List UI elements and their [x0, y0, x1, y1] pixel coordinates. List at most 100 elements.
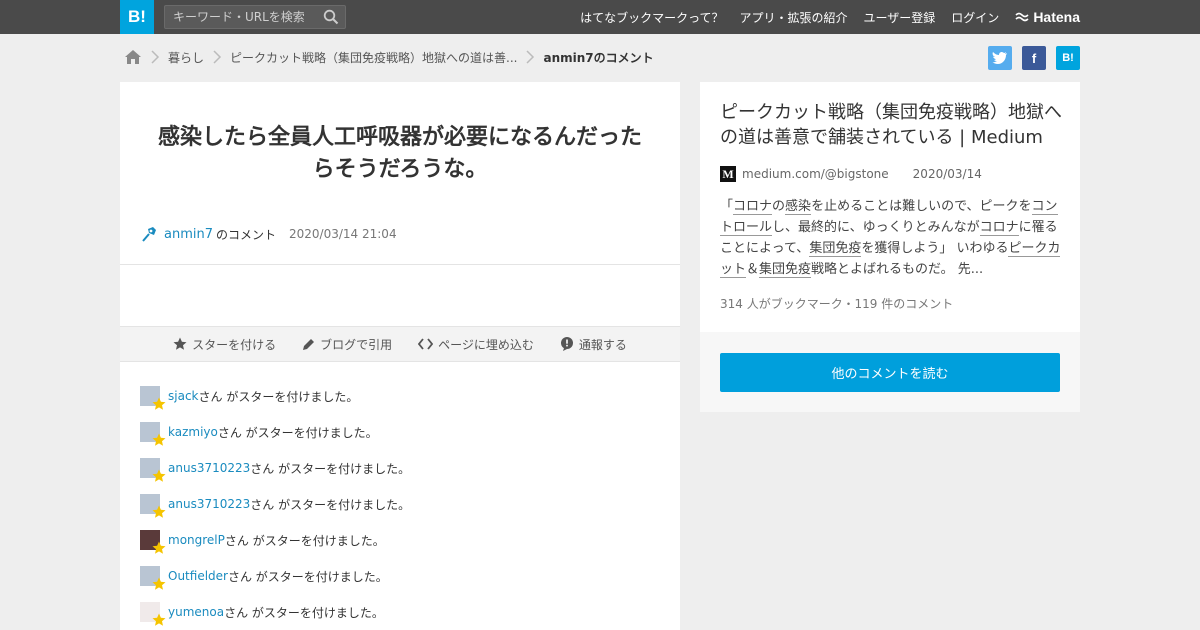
share-buttons: f B! [988, 46, 1080, 70]
hatena-brand: Hatena [1033, 9, 1080, 25]
star-user[interactable]: yumenoa [168, 605, 224, 619]
hatena-brand-link[interactable]: Hatena [1015, 9, 1080, 25]
keyword-link[interactable]: 集団免疫 [809, 241, 862, 257]
report-button[interactable]: 通報する [560, 336, 627, 353]
excerpt-text: ＆ [746, 262, 760, 277]
hatena-wave-icon [1015, 12, 1029, 22]
entry-excerpt: 「コロナの感染を止めることは難しいので、ピークをコントロールし、最終的に、ゆっく… [720, 196, 1065, 280]
excerpt-text: 「 [720, 199, 734, 214]
star-list: sjack さん がスターを付けました。 kazmiyo さん がスターを付けました… [140, 378, 410, 630]
add-star-button[interactable]: スターを付ける [173, 336, 276, 353]
keyword-link[interactable]: コロナ [733, 199, 773, 215]
star-icon [152, 397, 166, 410]
star-text: さん がスターを付けました。 [250, 461, 411, 476]
facebook-share-button[interactable]: f [1022, 46, 1046, 70]
comment-datetime: 2020/03/14 21:04 [289, 227, 397, 241]
star-icon [152, 505, 166, 518]
star-list-item: kazmiyo さん がスターを付けました。 [140, 414, 410, 450]
breadcrumb: 暮らし ピークカット戦略（集団免疫戦略）地獄への道は善... anmin7のコメ… [124, 44, 654, 70]
excerpt-text: を止めることは難しいので、ピークを [811, 199, 1032, 214]
nav-about[interactable]: はてなブックマークって？ [580, 9, 723, 26]
read-other-comments-button[interactable]: 他のコメントを読む [720, 353, 1060, 392]
star-text: さん がスターを付けました。 [224, 605, 384, 620]
star-icon [152, 433, 166, 446]
star-icon [173, 337, 187, 350]
star-icon [152, 577, 166, 590]
star-text: さん がスターを付けました。 [224, 533, 385, 548]
pencil-icon [303, 338, 315, 350]
avatar[interactable] [140, 422, 166, 446]
star-text: さん がスターを付けました。 [250, 497, 411, 512]
add-star-label: スターを付ける [192, 337, 277, 352]
star-user[interactable]: anus3710223 [168, 497, 250, 511]
home-icon[interactable] [124, 49, 142, 65]
entry-sidebar: ピークカット戦略（集団免疫戦略）地獄への道は善意で舗装されている | Mediu… [700, 82, 1080, 412]
star-text: さん がスターを付けました。 [217, 425, 378, 440]
excerpt-text: し、最終的に、ゆっくりとみんなが [772, 220, 980, 235]
comment-meta: anmin7 のコメント 2020/03/14 21:04 [140, 225, 397, 243]
star-text: さん がスターを付けました。 [227, 569, 388, 584]
quote-in-blog-button[interactable]: ブログで引用 [302, 336, 392, 353]
star-icon [152, 613, 166, 626]
avatar[interactable] [140, 602, 166, 626]
alert-icon [560, 337, 573, 351]
avatar[interactable] [140, 494, 166, 518]
nav-login[interactable]: ログイン [951, 9, 999, 26]
search-input[interactable] [165, 6, 315, 28]
comment-label: のコメント [216, 227, 277, 242]
star-user[interactable]: Outfielder [168, 569, 228, 583]
excerpt-text: の [772, 199, 786, 214]
star-list-item: anus3710223 さん がスターを付けました。 [140, 450, 410, 486]
star-user[interactable]: anus3710223 [168, 461, 250, 475]
embed-button[interactable]: ページに埋め込む [418, 336, 534, 353]
breadcrumb-category[interactable]: 暮らし [168, 49, 204, 66]
chevron-right-icon [526, 50, 535, 64]
hatena-share-button[interactable]: B! [1056, 46, 1080, 70]
star-user[interactable]: kazmiyo [168, 425, 218, 439]
star-list-item: yumenoa さん がスターを付けました。 [140, 594, 410, 630]
embed-label: ページに埋め込む [438, 337, 534, 352]
hatena-bookmark-logo[interactable]: B! [120, 0, 154, 34]
medium-favicon-icon: M [720, 166, 736, 182]
search-icon[interactable] [323, 9, 339, 25]
breadcrumb-entry[interactable]: ピークカット戦略（集団免疫戦略）地獄への道は善... [230, 49, 517, 66]
avatar[interactable] [140, 458, 166, 482]
excerpt-text: を獲得しよう」 いわゆる [861, 241, 1009, 256]
twitter-icon [992, 51, 1007, 65]
chevron-right-icon [213, 50, 222, 64]
code-icon [418, 338, 434, 350]
keyword-link[interactable]: 感染 [785, 199, 812, 215]
star-text: さん がスターを付けました。 [198, 389, 359, 404]
nav-apps[interactable]: アプリ・拡張の紹介 [740, 9, 848, 26]
entry-date: 2020/03/14 [912, 167, 982, 181]
star-icon [152, 541, 166, 554]
twitter-share-button[interactable] [988, 46, 1012, 70]
entry-meta: M medium.com/@bigstone 2020/03/14 [720, 166, 982, 182]
comment-actions: スターを付ける ブログで引用 ページに埋め込む 通報する [120, 326, 680, 362]
star-user[interactable]: mongrelP [168, 533, 225, 547]
avatar[interactable] [140, 386, 166, 410]
search-box [164, 5, 346, 29]
entry-card: ピークカット戦略（集団免疫戦略）地獄への道は善意で舗装されている | Mediu… [700, 82, 1080, 332]
star-list-item: Outfielder さん がスターを付けました。 [140, 558, 410, 594]
entry-title[interactable]: ピークカット戦略（集団免疫戦略）地獄への道は善意で舗装されている | Mediu… [720, 100, 1065, 150]
avatar[interactable] [140, 566, 166, 590]
keyword-link[interactable]: 集団免疫 [759, 262, 812, 278]
avatar[interactable] [140, 530, 166, 554]
header-nav: はてなブックマークって？ アプリ・拡張の紹介 ユーザー登録 ログイン Haten… [580, 0, 1080, 34]
keyword-link[interactable]: コロナ [979, 220, 1019, 236]
star-list-item: mongrelP さん がスターを付けました。 [140, 522, 410, 558]
comment-card: 感染したら全員人工呼吸器が必要になるんだったらそうだろうな。 anmin7 のコ… [120, 82, 680, 630]
star-icon [152, 469, 166, 482]
chevron-right-icon [151, 50, 160, 64]
star-user[interactable]: sjack [168, 389, 199, 403]
comment-user[interactable]: anmin7 [164, 227, 213, 242]
entry-domain[interactable]: medium.com/@bigstone [742, 167, 889, 181]
quote-in-blog-label: ブログで引用 [320, 337, 393, 352]
nav-signup[interactable]: ユーザー登録 [864, 9, 936, 26]
report-label: 通報する [578, 337, 627, 352]
excerpt-text: 戦略とよばれるものだ。 先... [811, 262, 984, 277]
bookmark-count[interactable]: 314 人がブックマーク・119 件のコメント [720, 295, 953, 312]
divider [120, 264, 680, 265]
breadcrumb-current: anmin7のコメント [543, 50, 654, 65]
